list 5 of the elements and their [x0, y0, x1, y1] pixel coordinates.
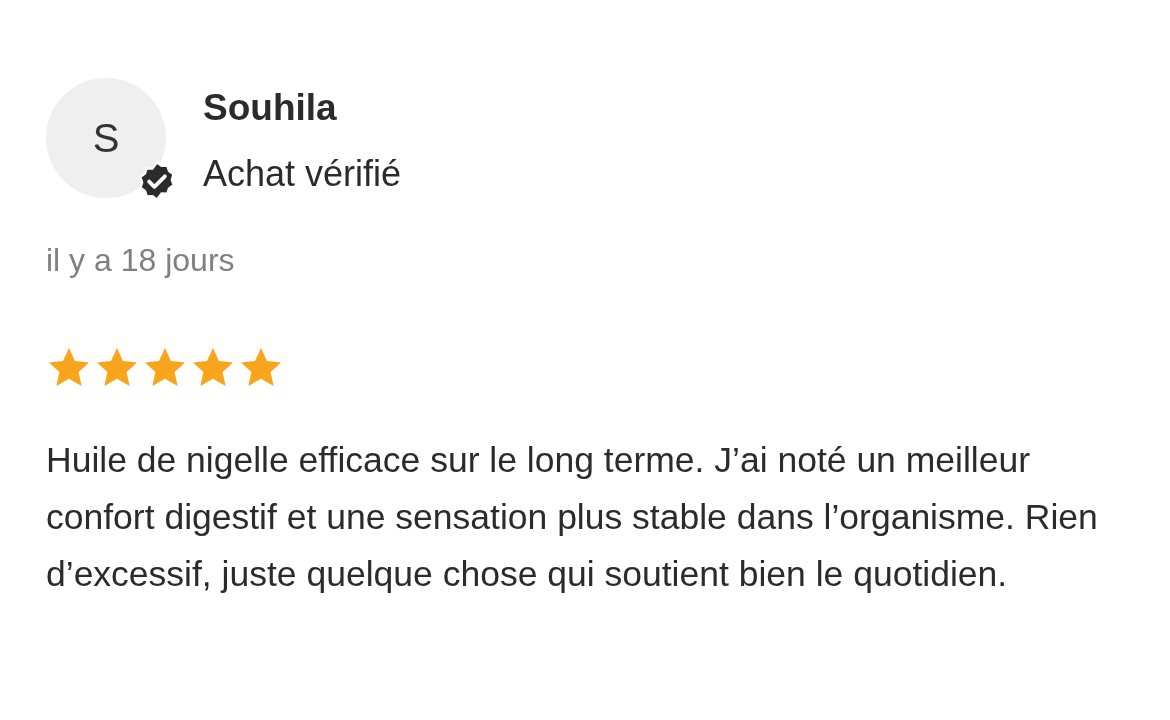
author-name: Souhila: [203, 86, 338, 130]
avatar: S: [46, 78, 166, 198]
review-date: il y a 18 jours: [46, 241, 236, 280]
verified-purchase-label: Achat vérifié: [203, 152, 402, 196]
review-text: Huile de nigelle efficace sur le long terme. J’ai noté un meilleur confort digestif et une sensation plus stable dans l’organisme. Rien d’excessif, juste quelque chose qui soutient bien le quotidien.: [46, 439, 1099, 596]
